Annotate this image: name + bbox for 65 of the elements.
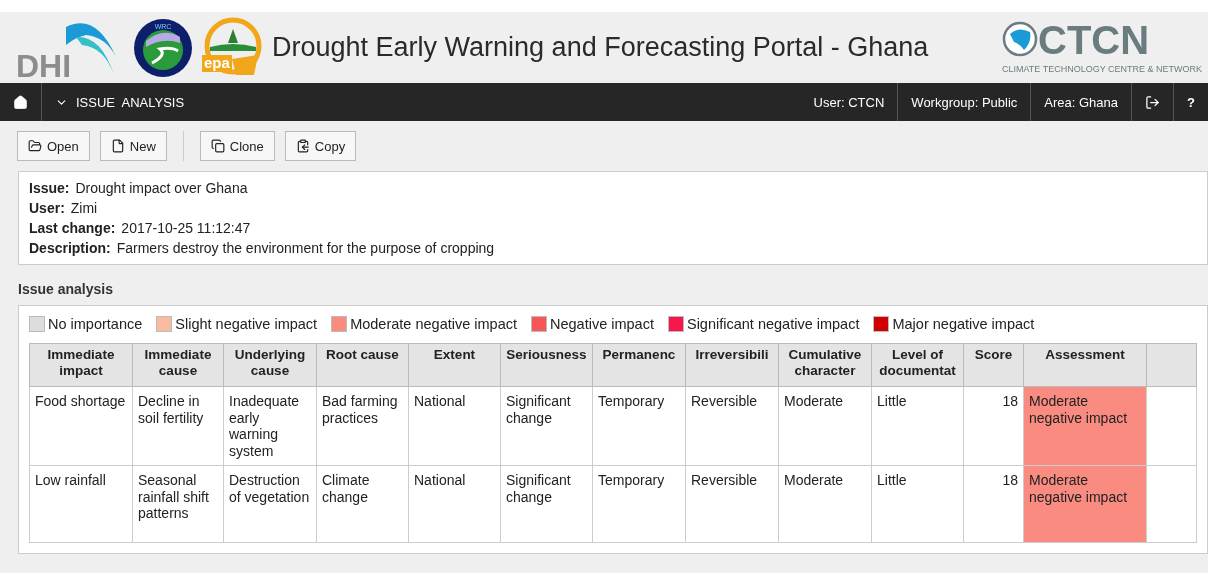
assessment-cell: Moderate negative impact: [1023, 386, 1147, 466]
legend-label: No importance: [48, 316, 143, 332]
table-cell: Destruction of vegetation: [223, 465, 317, 543]
table-cell: Food shortage: [29, 386, 133, 466]
table-cell: Reversible: [685, 386, 779, 466]
clone-button[interactable]: Clone: [199, 131, 275, 161]
legend-label: Slight negative impact: [175, 316, 318, 332]
legend-label: Significant negative impact: [686, 316, 860, 332]
table-cell: Low rainfall: [29, 465, 133, 543]
table-cell: Moderate: [778, 386, 872, 466]
table-cell: Significant change: [500, 465, 593, 543]
column-header: Permanenc: [592, 343, 686, 387]
open-icon: [28, 139, 42, 153]
column-header: Underlying cause: [223, 343, 317, 387]
ctcn-logo: CTCN CLIMATE TECHNOLOGY CENTRE & NETWORK: [1002, 19, 1202, 76]
section-title: Issue analysis: [18, 281, 114, 297]
table-cell: 18: [963, 465, 1024, 543]
detail-label: User:: [29, 200, 65, 216]
portal-title: Drought Early Warning and Forecasting Portal - Ghana: [272, 32, 930, 63]
column-header: Irreversibili: [685, 343, 779, 387]
column-header: Immediate cause: [132, 343, 224, 387]
new-icon: [110, 139, 125, 153]
column-header: Level of documentat: [871, 343, 964, 387]
home-icon[interactable]: [13, 94, 28, 110]
new-button[interactable]: New: [99, 131, 167, 161]
table-cell: Decline in soil fertility: [132, 386, 224, 466]
assessment-cell: Moderate negative impact: [1023, 465, 1147, 543]
table-cell: 18: [963, 386, 1024, 466]
detail-label: Description:: [29, 240, 111, 256]
table-cell: National: [408, 386, 501, 466]
detail-value: 2017-10-25 11:12:47: [121, 220, 251, 236]
legend-label: Negative impact: [550, 316, 654, 332]
column-header: Seriousness: [500, 343, 593, 387]
detail-label: Last change:: [29, 220, 116, 236]
logout-icon[interactable]: [1145, 94, 1161, 110]
column-header: Immediate impact: [29, 343, 133, 387]
navbar-info[interactable]: User: CTCN: [800, 83, 898, 121]
table-cell: Seasonal rainfall shift patterns: [132, 465, 224, 543]
column-header: Extent: [408, 343, 501, 387]
table-cell: Little: [871, 465, 964, 543]
legend-label: Moderate negative impact: [350, 316, 517, 332]
table-cell: Reversible: [685, 465, 779, 543]
detail-value: Farmers destroy the environment for the purpose of cropping: [116, 240, 495, 256]
column-header: Assessment: [1023, 343, 1147, 387]
detail-label: Issue:: [29, 180, 70, 196]
detail-value: Zimi: [70, 200, 98, 216]
legend-label: Major negative impact: [892, 316, 1035, 332]
table-cell: National: [408, 465, 501, 543]
table-cell: Inadequate early warning system: [223, 386, 317, 466]
table-cell: Moderate: [778, 465, 872, 543]
copy-icon: [295, 139, 310, 153]
open-button[interactable]: Open: [17, 131, 90, 161]
table-cell: Significant change: [500, 386, 593, 466]
column-header: Cumulative character: [778, 343, 872, 387]
detail-value: Drought impact over Ghana: [75, 180, 248, 196]
table-cell: Climate change: [316, 465, 409, 543]
table-cell: Temporary: [592, 465, 686, 543]
copy-button[interactable]: Copy: [284, 131, 357, 161]
dhi-logo: DHI: [16, 16, 124, 79]
clone-icon: [210, 139, 225, 153]
table-cell: Little: [871, 386, 964, 466]
table-cell: Temporary: [592, 386, 686, 466]
column-header: Root cause: [316, 343, 409, 387]
column-header: Score: [963, 343, 1024, 387]
table-cell: Bad farming practices: [316, 386, 409, 466]
